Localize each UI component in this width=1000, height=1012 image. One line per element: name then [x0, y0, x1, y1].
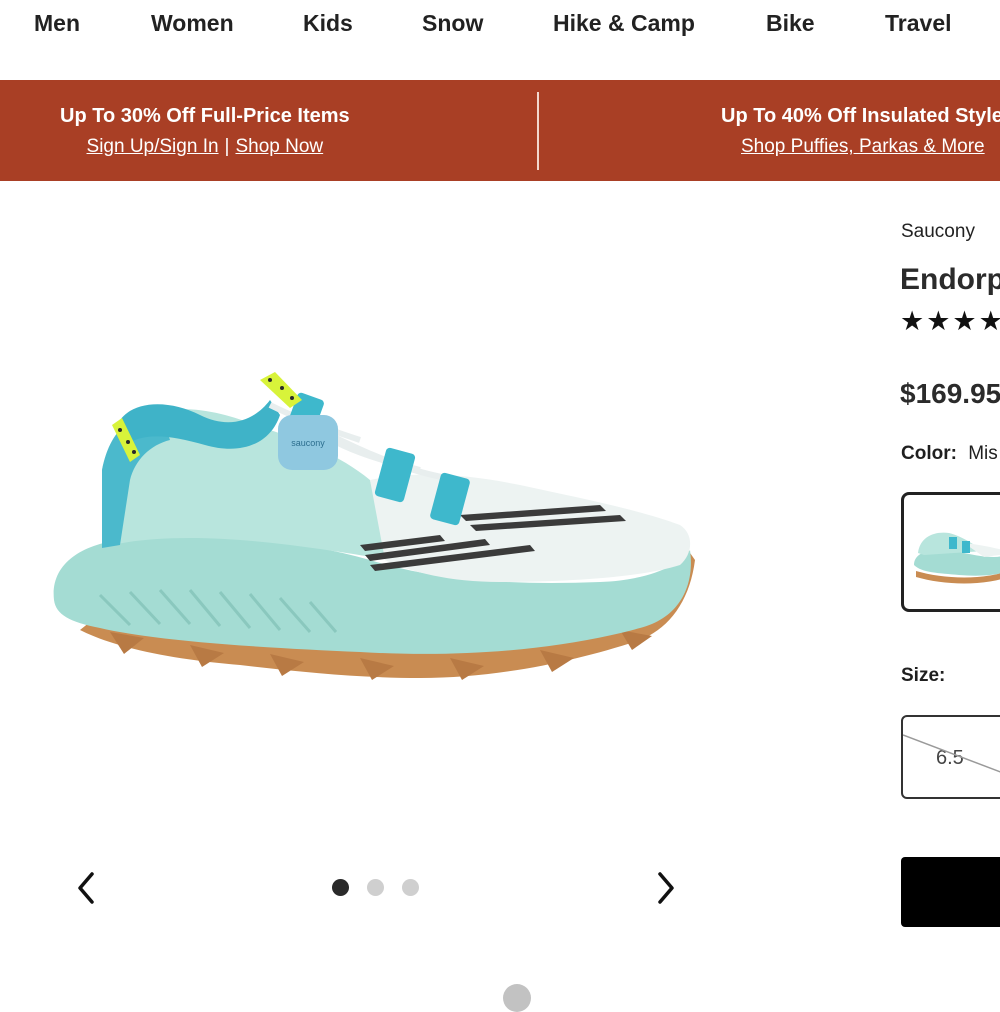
nav-item-snow[interactable]: Snow [422, 10, 483, 37]
color-value: Mis [968, 443, 998, 464]
promo-left: Up To 30% Off Full-Price Items Sign Up/S… [60, 102, 350, 164]
promo-right-title: Up To 40% Off Insulated Style [721, 105, 1000, 127]
promo-link-separator: | [224, 136, 230, 157]
chevron-right-icon[interactable] [650, 870, 680, 906]
nav-item-women[interactable]: Women [151, 10, 234, 37]
nav-item-travel[interactable]: Travel [885, 10, 952, 37]
carousel-dot-3[interactable] [402, 879, 419, 896]
promo-divider [537, 92, 539, 170]
shop-puffies-link[interactable]: Shop Puffies, Parkas & More [741, 136, 985, 157]
shoe-logo-text: saucony [291, 438, 325, 448]
promo-right: Up To 40% Off Insulated Style Shop Puffi… [721, 102, 1000, 164]
shop-now-link[interactable]: Shop Now [235, 136, 323, 157]
color-swatch-shoe-thumbnail [914, 532, 1000, 584]
product-price: $169.95 [900, 378, 1000, 409]
rating-stars[interactable]: ★★★★ [900, 306, 1000, 337]
chevron-left-icon[interactable] [72, 870, 102, 906]
size-label: Size: [901, 665, 946, 686]
color-label: Color: Mis [901, 443, 998, 465]
scroll-handle[interactable] [503, 984, 531, 1012]
size-option-unavailable[interactable]: 6.5 [901, 715, 1000, 799]
nav-item-kids[interactable]: Kids [303, 10, 353, 37]
carousel-dot-2[interactable] [367, 879, 384, 896]
carousel-dot-1[interactable] [332, 879, 349, 896]
nav-item-bike[interactable]: Bike [766, 10, 815, 37]
promo-right-links: Shop Puffies, Parkas & More [721, 130, 1000, 164]
strikethrough-line [903, 734, 1000, 773]
nav-item-hike-camp[interactable]: Hike & Camp [553, 10, 695, 37]
sign-in-link[interactable]: Sign Up/Sign In [87, 136, 219, 157]
product-title: Endorp [900, 263, 1000, 296]
add-to-cart-button[interactable] [901, 857, 1000, 927]
trail-running-shoe-image[interactable]: saucony [40, 360, 710, 700]
promo-left-title: Up To 30% Off Full-Price Items [60, 105, 350, 127]
promo-left-links: Sign Up/Sign In | Shop Now [60, 130, 350, 164]
color-label-text: Color: [901, 443, 957, 464]
color-swatch[interactable] [901, 492, 1000, 612]
top-navigation: Men Women Kids Snow Hike & Camp Bike Tra… [0, 0, 1000, 80]
nav-item-men[interactable]: Men [34, 10, 80, 37]
product-brand[interactable]: Saucony [901, 221, 975, 243]
promo-banner: Up To 30% Off Full-Price Items Sign Up/S… [0, 80, 1000, 181]
